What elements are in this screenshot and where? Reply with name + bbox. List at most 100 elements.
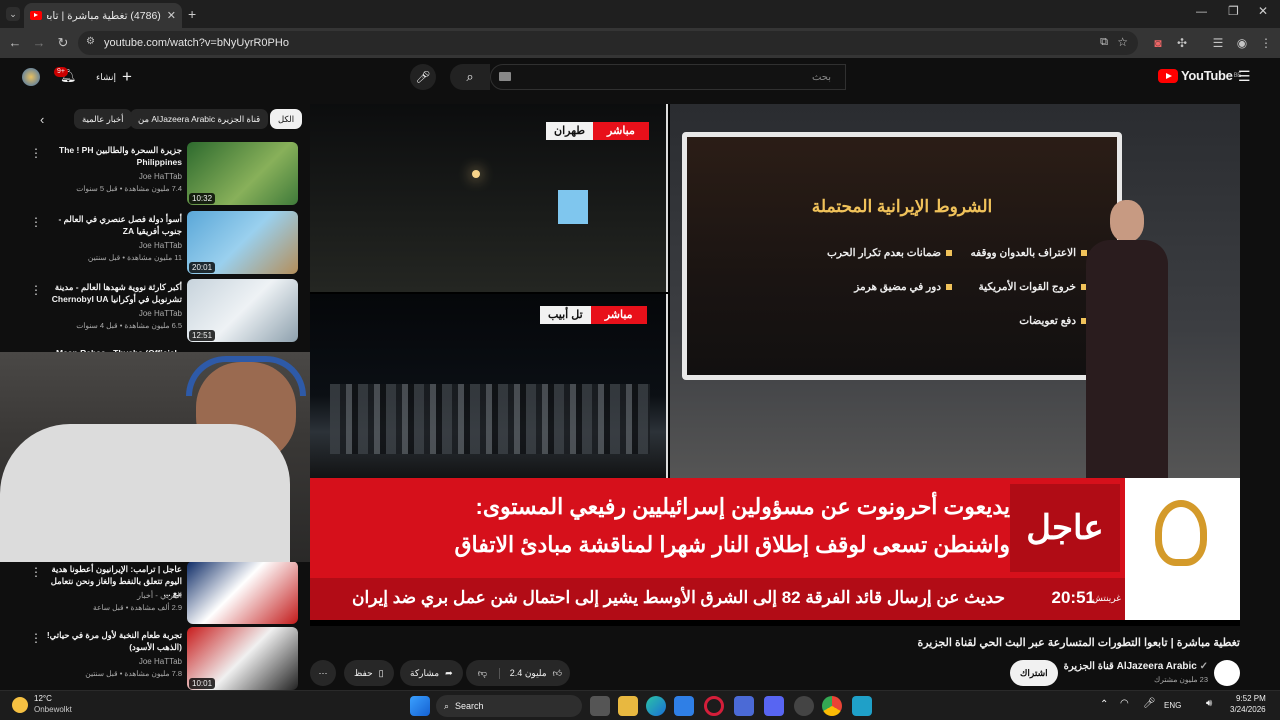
discord-icon[interactable] — [764, 696, 784, 716]
more-options-icon[interactable]: ⋮ — [30, 215, 42, 229]
search-input[interactable]: بحث — [490, 64, 846, 90]
reload-button[interactable]: ↻ — [54, 34, 72, 52]
video-meta: 7.8 مليون مشاهدة • قبل سنتين — [85, 669, 182, 678]
duration-badge: 12:51 — [189, 330, 216, 341]
video-title[interactable]: أسوأ دولة فصل عنصري في العالم - جنوب أفر… — [42, 213, 182, 237]
list-item[interactable]: عاجل | ترامب: الإيرانيون أعطونا هدية الي… — [0, 561, 300, 625]
list-item[interactable]: 10:01 تجربة طعام النخبة لأول مرة في حيات… — [0, 627, 300, 691]
browser-menu-icon[interactable]: ⋮ — [1258, 35, 1274, 51]
more-options-icon[interactable]: ⋮ — [30, 146, 42, 160]
youtube-logo[interactable]: YouTube BE — [1158, 68, 1241, 83]
channel-avatar[interactable] — [1214, 660, 1240, 686]
youtube-play-icon — [1158, 68, 1178, 83]
weather-moon-icon[interactable] — [12, 697, 28, 713]
weather-temp: 12°C — [34, 694, 52, 703]
channel-name[interactable]: Joe HaTTab — [139, 309, 182, 318]
channel-name[interactable]: العربي - أخبار — [137, 591, 182, 600]
more-options-icon[interactable]: ⋮ — [30, 565, 42, 579]
language-indicator[interactable]: ENG — [1164, 701, 1181, 710]
maximize-window-button[interactable]: ❐ — [1228, 4, 1239, 18]
subscribe-button[interactable]: اشتراك — [1010, 660, 1058, 686]
site-info-icon[interactable]: ⚙ — [86, 36, 95, 47]
new-tab-button[interactable]: + — [188, 6, 196, 22]
chrome-icon[interactable] — [822, 696, 842, 716]
share-button[interactable]: مشاركة ➦ — [400, 660, 463, 686]
create-button[interactable]: إنشاء + — [96, 65, 132, 89]
channel-name-main[interactable]: ✓ AlJazeera Arabic قناة الجزيرة — [1064, 661, 1208, 672]
bookmark-icon: ▯ — [378, 667, 384, 678]
video-thumbnail[interactable] — [187, 561, 298, 624]
channel-name[interactable]: Joe HaTTab — [139, 172, 182, 181]
condition-item: الاعتراف بالعدوان ووقفه — [971, 247, 1087, 259]
microphone-icon[interactable]: 🎤︎ — [1143, 698, 1156, 709]
weather-desc: Onbewolkt — [34, 705, 72, 714]
guide-menu-button[interactable]: ☰ — [1238, 68, 1251, 85]
keyboard-icon[interactable] — [499, 72, 511, 81]
file-explorer-icon[interactable] — [618, 696, 638, 716]
clock-date[interactable]: 3/24/2026 — [1230, 705, 1266, 714]
avatar[interactable] — [22, 68, 40, 86]
search-icon: ⌕ — [466, 69, 474, 84]
like-icon[interactable]: 👍︎ — [553, 668, 570, 679]
extension-icon[interactable]: ◙ — [1150, 35, 1166, 51]
edge-icon[interactable] — [646, 696, 666, 716]
screen-heading: الشروط الإيرانية المحتملة — [811, 197, 993, 216]
app-icon[interactable] — [734, 696, 754, 716]
taskbar-search[interactable]: ⌕ Search — [436, 695, 582, 717]
channel-name[interactable]: Joe HaTTab — [139, 241, 182, 250]
tab-list-button[interactable]: ⌄ — [6, 7, 20, 21]
more-options-icon[interactable]: ⋮ — [30, 283, 42, 297]
more-options-icon[interactable]: ⋮ — [30, 631, 42, 645]
tab-title: (4786) تغطية مباشرة | تابعوا — [47, 9, 161, 22]
extensions-puzzle-icon[interactable]: ✣ — [1174, 35, 1190, 51]
volume-icon[interactable]: 🔊︎ — [1206, 698, 1212, 709]
opera-icon[interactable] — [704, 696, 724, 716]
feed-city-label: تل أبيب — [540, 306, 591, 324]
address-bar[interactable]: ⚙ youtube.com/watch?v=bNyUyrR0PHo ⧉ ☆ — [78, 31, 1138, 55]
chip-world-news[interactable]: أخبار عالمية — [74, 109, 132, 129]
close-window-button[interactable]: ✕ — [1258, 4, 1268, 18]
street-light — [472, 170, 480, 178]
wifi-icon[interactable]: ◠ — [1120, 698, 1129, 709]
video-player[interactable]: طهران مباشر تل أبيب مباشر الشروط الإيران… — [310, 104, 1240, 626]
close-tab-icon[interactable]: ✕ — [167, 9, 176, 22]
voice-search-button[interactable]: 🎤︎ — [410, 64, 436, 90]
browser-tab-active[interactable]: (4786) تغطية مباشرة | تابعوا ✕ — [24, 3, 182, 28]
task-view-icon[interactable] — [590, 696, 610, 716]
install-app-icon[interactable]: ⧉ — [1100, 36, 1108, 49]
save-button[interactable]: حفظ ▯ — [344, 660, 394, 686]
video-meta: 11 مليون مشاهدة • قبل سنتين — [87, 253, 182, 262]
chip-from-channel[interactable]: من AlJazeera Arabic قناة الجزيرة — [130, 109, 269, 129]
forward-button[interactable]: → — [30, 34, 48, 52]
video-title[interactable]: تجربة طعام النخبة لأول مرة في حياتي! (ال… — [42, 629, 182, 653]
more-actions-button[interactable]: ⋯ — [310, 660, 336, 686]
chips-prev-button[interactable]: ‹ — [40, 112, 44, 127]
search-button[interactable]: ⌕ — [450, 64, 490, 90]
condition-item: ضمانات بعدم تكرار الحرب — [827, 247, 952, 259]
clock-time[interactable]: 9:52 PM — [1236, 694, 1266, 703]
minimize-window-button[interactable]: — — [1196, 6, 1207, 18]
list-item[interactable]: 20:01 أسوأ دولة فصل عنصري في العالم - جن… — [0, 211, 300, 275]
app-icon[interactable] — [852, 696, 872, 716]
back-button[interactable]: ← — [6, 34, 24, 52]
list-item[interactable]: 12:51 أكبر كارثة نووية شهدها العالم - مد… — [0, 279, 300, 343]
start-button[interactable] — [410, 696, 430, 716]
profile-icon[interactable]: ◉ — [1234, 35, 1250, 51]
taskbar-search-label: Search — [455, 701, 484, 711]
likes-count[interactable]: 2.4 مليون — [500, 668, 553, 679]
reading-list-icon[interactable]: ☰ — [1210, 35, 1226, 51]
tray-chevron-icon[interactable]: ⌃ — [1100, 699, 1108, 710]
youtube-header: 🔔︎ 9+ إنشاء + 🎤︎ ⌕ بحث YouTube BE ☰ — [0, 58, 1280, 98]
bookmark-star-icon[interactable]: ☆ — [1117, 35, 1128, 49]
live-label: مباشر — [590, 306, 647, 324]
dislike-button[interactable]: 👎︎ — [466, 667, 500, 679]
channel-name[interactable]: Joe HaTTab — [139, 657, 182, 666]
store-icon[interactable] — [674, 696, 694, 716]
list-item[interactable]: 10:32 جزيرة السحرة والطالبين The ! PH Ph… — [0, 142, 300, 206]
chip-all[interactable]: الكل — [270, 109, 303, 129]
app-icon[interactable] — [794, 696, 814, 716]
breaking-line-1: يديعوت أحرونوت عن مسؤولين إسرائيليين رفي… — [475, 494, 1011, 519]
video-title[interactable]: أكبر كارثة نووية شهدها العالم - مدينة تش… — [42, 281, 182, 305]
video-title[interactable]: جزيرة السحرة والطالبين The ! PH Philippi… — [42, 144, 182, 168]
aljazeera-logo-icon — [1155, 500, 1207, 566]
